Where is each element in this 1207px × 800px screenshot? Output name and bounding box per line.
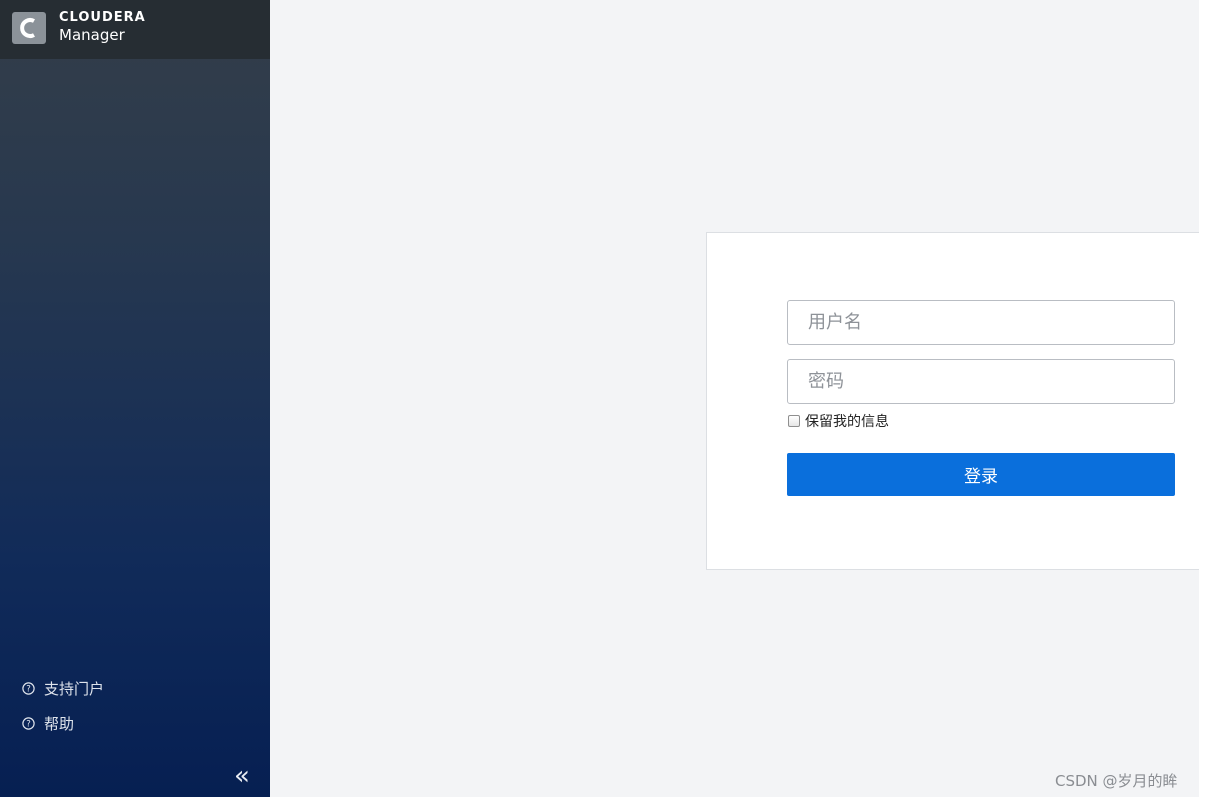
remember-label: 保留我的信息 — [805, 414, 889, 430]
svg-text:?: ? — [26, 719, 31, 729]
brand-product: Manager — [59, 26, 125, 44]
question-circle-icon: ? — [22, 681, 35, 695]
brand-header[interactable]: CLOUDERA Manager — [0, 0, 270, 59]
password-field[interactable] — [787, 359, 1175, 404]
svg-text:?: ? — [26, 684, 31, 694]
sidebar-item-label: 帮助 — [44, 714, 75, 733]
remember-checkbox[interactable] — [788, 415, 800, 427]
page: CLOUDERA Manager ? 支持门户 ? 帮助 « 保留我的信息 登录 — [0, 0, 1207, 800]
sidebar: CLOUDERA Manager ? 支持门户 ? 帮助 « — [0, 0, 270, 797]
username-field[interactable] — [787, 300, 1175, 345]
brand-name: CLOUDERA — [59, 10, 146, 25]
remember-me[interactable]: 保留我的信息 — [788, 411, 889, 431]
sidebar-item-help[interactable]: ? 帮助 — [22, 712, 74, 734]
collapse-sidebar-icon[interactable]: « — [231, 762, 253, 790]
watermark: CSDN @岁月的眸 — [1055, 772, 1178, 790]
sidebar-item-support-portal[interactable]: ? 支持门户 — [22, 677, 104, 699]
sidebar-item-label: 支持门户 — [44, 679, 105, 698]
cloudera-logo-icon — [12, 12, 46, 44]
page-edge — [1199, 0, 1207, 800]
question-circle-icon: ? — [22, 716, 35, 730]
login-button[interactable]: 登录 — [787, 453, 1175, 496]
